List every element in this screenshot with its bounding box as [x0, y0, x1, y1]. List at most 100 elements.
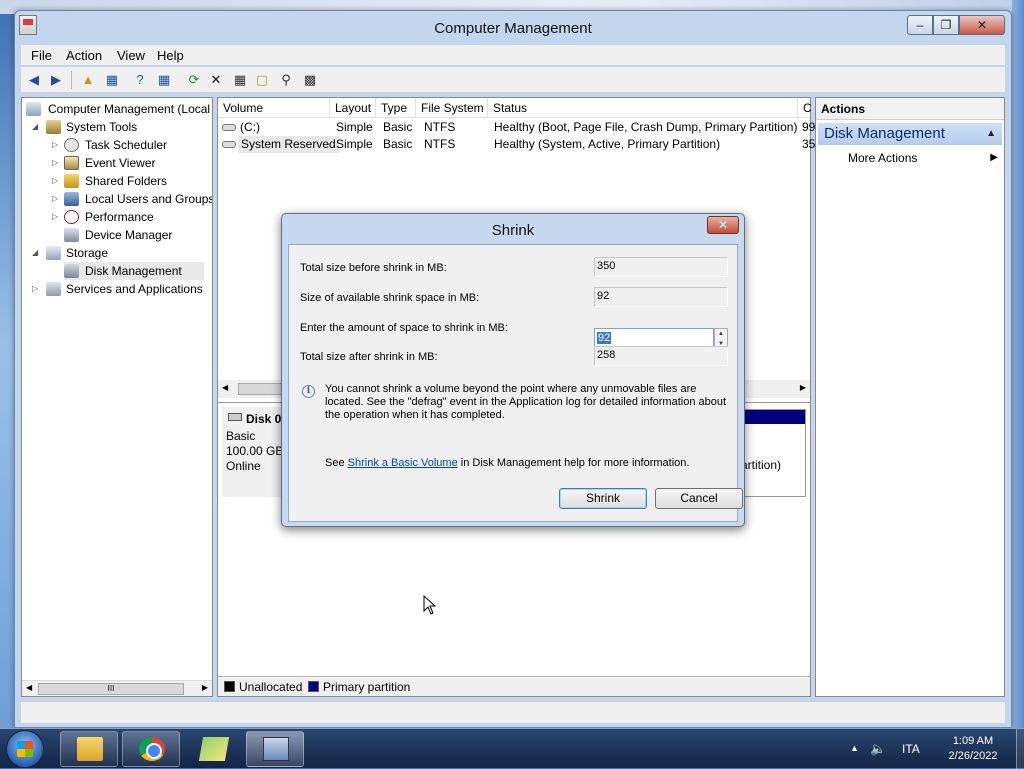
- collapsed-triangle-icon[interactable]: ▷: [52, 136, 58, 154]
- refresh-icon[interactable]: ⟳: [185, 71, 203, 89]
- more-actions-item[interactable]: More Actions ▶: [848, 148, 1004, 168]
- legend-bar: Unallocated Primary partition: [218, 676, 810, 696]
- forward-arrow-icon[interactable]: ▶: [47, 71, 65, 89]
- dialog-close-button[interactable]: ✕: [707, 216, 739, 234]
- show-hide-action-pane-icon[interactable]: ▦: [155, 71, 173, 89]
- system-tray: ▲ 🔈 ITA 1:09 AM 2/26/2022: [840, 729, 1024, 769]
- start-button[interactable]: [6, 730, 44, 768]
- title-bar[interactable]: Computer Management – ❐ ✕: [15, 11, 1011, 45]
- shrink-button[interactable]: Shrink: [559, 488, 647, 509]
- services-icon: [46, 282, 61, 296]
- actions-section-disk-management[interactable]: Disk Management ▲: [818, 123, 1002, 145]
- total-after-value: 258: [594, 346, 728, 366]
- column-type[interactable]: Type: [376, 98, 416, 118]
- shared-folder-icon: [64, 174, 79, 188]
- scroll-right-icon[interactable]: ▶: [202, 683, 208, 692]
- language-indicator[interactable]: ITA: [902, 742, 920, 756]
- taskbar: ▲ 🔈 ITA 1:09 AM 2/26/2022: [0, 728, 1024, 769]
- column-capacity[interactable]: C: [798, 98, 812, 118]
- collapsed-triangle-icon[interactable]: ▷: [52, 190, 58, 208]
- show-desktop-button[interactable]: [1016, 729, 1024, 769]
- chrome-icon: [139, 737, 165, 761]
- clock-icon: [64, 138, 79, 152]
- submenu-arrow-icon: ▶: [990, 152, 998, 163]
- toolbar-separator: [71, 71, 72, 89]
- column-layout[interactable]: Layout: [330, 98, 376, 118]
- column-file-system[interactable]: File System: [416, 98, 488, 118]
- clock-date: 2/26/2022: [948, 750, 998, 762]
- spin-up-icon[interactable]: ▲: [715, 329, 727, 339]
- minimize-icon: –: [916, 18, 924, 32]
- tree-horizontal-scrollbar[interactable]: ◀ III ▶: [22, 680, 212, 696]
- column-volume[interactable]: Volume: [218, 98, 330, 118]
- available-space-label: Size of available shrink space in MB:: [300, 292, 480, 304]
- actions-pane: Actions Disk Management ▲ More Actions ▶: [815, 97, 1005, 697]
- computer-icon: [26, 102, 41, 116]
- scroll-right-icon[interactable]: ▶: [800, 383, 806, 392]
- up-folder-icon[interactable]: ▲: [79, 71, 97, 89]
- expanded-triangle-icon[interactable]: ◢: [32, 118, 38, 136]
- disk-icon: [228, 413, 242, 421]
- collapsed-triangle-icon[interactable]: ▷: [32, 280, 38, 298]
- available-space-value: 92: [594, 287, 728, 307]
- collapsed-triangle-icon[interactable]: ▷: [52, 208, 58, 226]
- show-hidden-icons-icon[interactable]: ▲: [850, 743, 859, 753]
- collapsed-triangle-icon[interactable]: ▷: [52, 172, 58, 190]
- close-icon: ✕: [976, 18, 988, 32]
- menu-bar: File Action View Help: [21, 45, 1005, 65]
- scroll-left-icon[interactable]: ◀: [222, 383, 228, 392]
- taskbar-chrome-button[interactable]: [122, 731, 180, 767]
- toolbar: ◀ ▶ ▲ ▦ ? ▦ ⟳ ✕ ▦ ▢ ⚲ ▩: [21, 67, 1005, 93]
- properties-icon[interactable]: ▦: [231, 71, 249, 89]
- expanded-triangle-icon[interactable]: ◢: [32, 244, 38, 262]
- volume-list-header: Volume Layout Type File System Status C: [218, 98, 812, 118]
- taskbar-computer-management-button[interactable]: [246, 731, 304, 767]
- volume-row[interactable]: System Reserved Simple Basic NTFS Health…: [218, 136, 815, 153]
- close-button[interactable]: ✕: [959, 15, 1005, 35]
- disk-settings-icon[interactable]: ▩: [301, 71, 319, 89]
- show-hide-tree-icon[interactable]: ▦: [103, 71, 121, 89]
- search-icon[interactable]: ⚲: [277, 71, 295, 89]
- open-folder-icon[interactable]: ▢: [253, 71, 271, 89]
- tree-disk-management[interactable]: Disk Management: [64, 262, 204, 280]
- console-tree: Computer Management (Local ◢ System Tool…: [21, 97, 213, 697]
- collapse-up-icon[interactable]: ▲: [986, 123, 996, 145]
- background-desktop-edge: [1012, 0, 1024, 730]
- info-icon: i: [302, 385, 315, 398]
- menu-action[interactable]: Action: [66, 48, 102, 63]
- total-before-value: 350: [594, 257, 728, 277]
- volume-row[interactable]: (C:) Simple Basic NTFS Healthy (Boot, Pa…: [218, 119, 815, 136]
- delete-icon[interactable]: ✕: [207, 71, 225, 89]
- taskbar-explorer-button[interactable]: [60, 731, 118, 767]
- back-arrow-icon[interactable]: ◀: [25, 71, 43, 89]
- window-title: Computer Management: [434, 20, 592, 37]
- shrink-amount-label: Enter the amount of space to shrink in M…: [300, 322, 508, 334]
- taskbar-files-button[interactable]: [184, 731, 242, 767]
- help-icon[interactable]: ?: [131, 71, 149, 89]
- tree-scroll-thumb[interactable]: III: [38, 683, 184, 695]
- dialog-body: Total size before shrink in MB: 350 Size…: [288, 244, 743, 522]
- menu-help[interactable]: Help: [157, 48, 184, 63]
- drive-icon: [222, 124, 236, 131]
- clock[interactable]: 1:09 AM 2/26/2022: [934, 734, 1012, 764]
- speaker-icon[interactable]: 🔈: [870, 741, 886, 757]
- primary-partition-swatch: [308, 681, 319, 692]
- scroll-left-icon[interactable]: ◀: [26, 683, 32, 692]
- partition-c-block[interactable]: artition): [738, 409, 806, 497]
- dialog-title: Shrink: [491, 222, 535, 239]
- drive-icon: [222, 141, 236, 148]
- menu-file[interactable]: File: [31, 48, 52, 63]
- info-message: You cannot shrink a volume beyond the po…: [325, 383, 727, 421]
- computer-management-icon: [263, 737, 289, 761]
- disk-management-icon: [64, 264, 79, 278]
- shrink-basic-volume-help-link[interactable]: Shrink a Basic Volume: [348, 457, 458, 469]
- collapsed-triangle-icon[interactable]: ▷: [52, 154, 58, 172]
- total-after-label: Total size after shrink in MB:: [300, 351, 438, 363]
- performance-icon: [64, 210, 79, 224]
- cancel-button[interactable]: Cancel: [655, 488, 743, 509]
- menu-view[interactable]: View: [117, 48, 145, 63]
- cursor-arrow-icon: [423, 595, 437, 615]
- restore-button[interactable]: ❐: [933, 15, 959, 35]
- column-status[interactable]: Status: [488, 98, 798, 118]
- minimize-button[interactable]: –: [907, 15, 933, 35]
